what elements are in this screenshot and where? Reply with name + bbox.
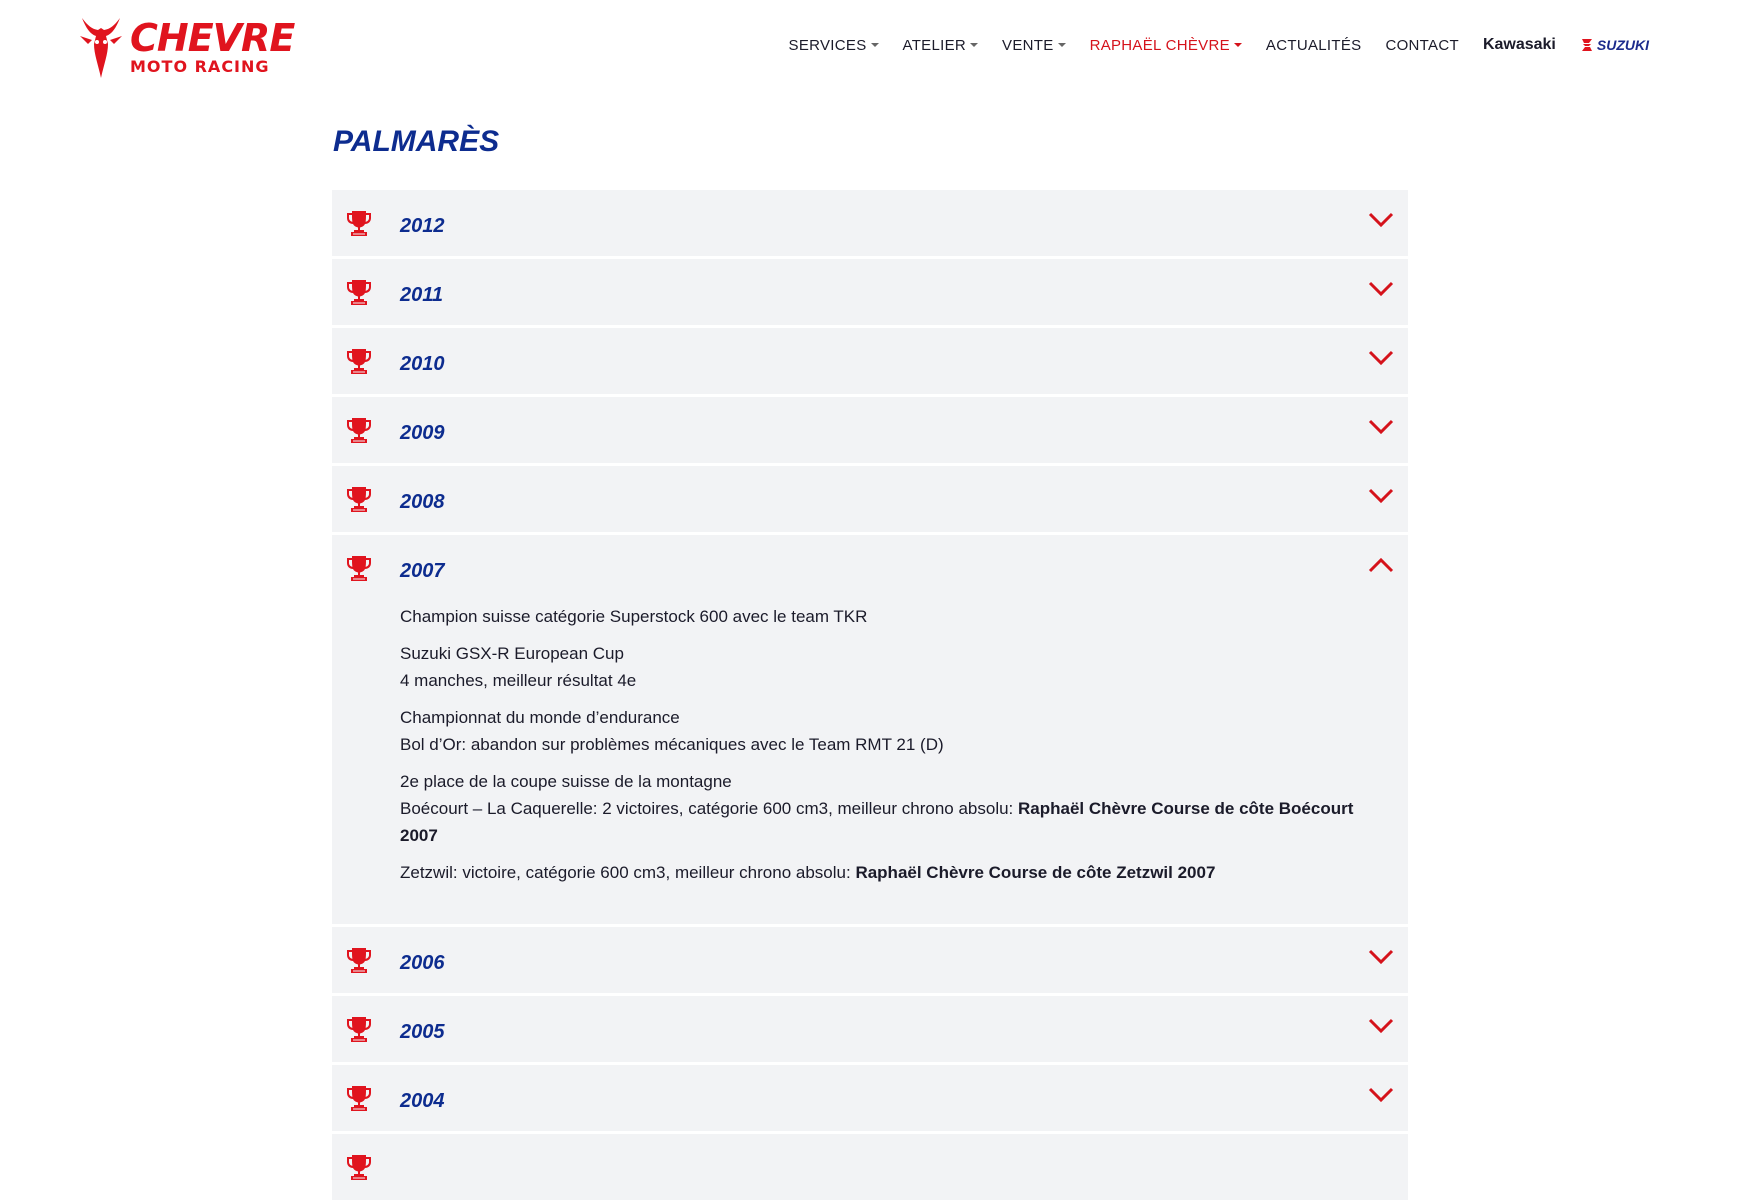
kawasaki-logo-link[interactable]: Kawasaki — [1483, 36, 1556, 54]
trophy-icon — [347, 556, 371, 581]
nav-label: VENTE — [1002, 36, 1054, 54]
result-paragraph: Zetzwil: victoire, catégorie 600 cm3, me… — [400, 859, 1390, 886]
accordion-year: 2007 — [400, 560, 445, 582]
chevron-up-icon[interactable] — [1368, 557, 1394, 573]
result-text: Bol d’Or: abandon sur problèmes mécaniqu… — [400, 735, 944, 754]
accordion-year: 2012 — [400, 215, 445, 237]
result-paragraph: Champion suisse catégorie Superstock 600… — [400, 603, 1390, 630]
accordion-item-2004: 2004 — [332, 1065, 1408, 1131]
accordion-year: 2010 — [400, 353, 445, 375]
nav-raphael-chevre[interactable]: RAPHAËL CHÈVRE — [1090, 37, 1242, 54]
suzuki-s-icon — [1581, 39, 1592, 51]
chevron-down-icon[interactable] — [1368, 212, 1394, 228]
chevron-down-icon[interactable] — [1368, 350, 1394, 366]
trophy-icon — [347, 1155, 371, 1180]
caret-down-icon — [1057, 43, 1066, 47]
nav-services[interactable]: SERVICES — [789, 37, 879, 54]
goat-head-icon — [80, 18, 122, 78]
media-link[interactable]: Raphaël Chèvre Course de côte Zetzwil 20… — [855, 863, 1215, 882]
result-text: Suzuki GSX-R European Cup — [400, 644, 624, 663]
result-paragraph: Suzuki GSX-R European Cup 4 manches, mei… — [400, 640, 1390, 694]
accordion-year: 2006 — [400, 952, 445, 974]
accordion-item-partial — [332, 1134, 1408, 1200]
chevron-down-icon[interactable] — [1368, 1087, 1394, 1103]
result-text: Champion suisse catégorie Superstock 600… — [400, 607, 868, 626]
trophy-icon — [347, 948, 371, 973]
main-navigation: SERVICES ATELIER VENTE RAPHAËL CHÈVRE AC… — [765, 36, 1649, 54]
accordion-item-2012: 2012 — [332, 190, 1408, 256]
result-text: Championnat du monde d’endurance — [400, 708, 680, 727]
nav-label: ATELIER — [902, 36, 967, 54]
nav-contact[interactable]: CONTACT — [1385, 37, 1458, 54]
caret-down-icon — [970, 43, 979, 47]
trophy-icon — [347, 418, 371, 443]
caret-down-icon — [1233, 43, 1242, 47]
nav-label: SERVICES — [788, 36, 867, 54]
logo-wordmark: CHEVRE — [130, 16, 295, 60]
accordion-header[interactable] — [332, 1134, 1408, 1200]
site-logo[interactable]: CHEVRE MOTO RACING — [78, 12, 295, 82]
trophy-icon — [347, 1017, 371, 1042]
result-paragraph: Championnat du monde d’endurance Bol d’O… — [400, 704, 1390, 758]
chevron-down-icon[interactable] — [1368, 949, 1394, 965]
suzuki-label: SUZUKI — [1596, 37, 1649, 53]
accordion-item-2009: 2009 — [332, 397, 1408, 463]
accordion-item-2005: 2005 — [332, 996, 1408, 1062]
accordion-header[interactable]: 2005 — [332, 996, 1408, 1062]
accordion-header[interactable]: 2010 — [332, 328, 1408, 394]
nav-label: ACTUALITÉS — [1265, 36, 1362, 54]
accordion-year: 2009 — [400, 422, 445, 444]
chevron-down-icon[interactable] — [1368, 488, 1394, 504]
accordion-panel-2007: Champion suisse catégorie Superstock 600… — [332, 601, 1408, 924]
accordion-header[interactable]: 2012 — [332, 190, 1408, 256]
accordion-year: 2004 — [400, 1090, 445, 1112]
accordion-item-2008: 2008 — [332, 466, 1408, 532]
trophy-icon — [347, 1086, 371, 1111]
accordion-year: 2011 — [400, 284, 444, 306]
accordion-item-2010: 2010 — [332, 328, 1408, 394]
accordion-header[interactable]: 2009 — [332, 397, 1408, 463]
chevron-down-icon[interactable] — [1368, 419, 1394, 435]
nav-vente[interactable]: VENTE — [1002, 37, 1066, 54]
page-title: PALMARÈS — [333, 125, 500, 158]
nav-actualites[interactable]: ACTUALITÉS — [1266, 37, 1362, 54]
result-paragraph: 2e place de la coupe suisse de la montag… — [400, 768, 1390, 849]
caret-down-icon — [870, 43, 879, 47]
result-text: 4 manches, meilleur résultat 4e — [400, 671, 637, 690]
accordion-year: 2008 — [400, 491, 445, 513]
trophy-icon — [347, 487, 371, 512]
accordion-item-2011: 2011 — [332, 259, 1408, 325]
palmares-accordion: 2012 2011 2010 2009 2008 2007 Champion s… — [332, 190, 1408, 1203]
chevron-down-icon[interactable] — [1368, 1018, 1394, 1034]
accordion-item-2006: 2006 — [332, 927, 1408, 993]
result-text: Zetzwil: victoire, catégorie 600 cm3, me… — [400, 863, 856, 882]
nav-label: CONTACT — [1385, 36, 1459, 54]
accordion-header[interactable]: 2011 — [332, 259, 1408, 325]
result-text: 2e place de la coupe suisse de la montag… — [400, 772, 732, 791]
nav-label: RAPHAËL CHÈVRE — [1089, 36, 1230, 54]
trophy-icon — [347, 349, 371, 374]
trophy-icon — [347, 211, 371, 236]
result-text: Boécourt – La Caquerelle: 2 victoires, c… — [400, 799, 1019, 818]
accordion-header[interactable]: 2004 — [332, 1065, 1408, 1131]
accordion-header[interactable]: 2008 — [332, 466, 1408, 532]
nav-atelier[interactable]: ATELIER — [903, 37, 979, 54]
accordion-item-2007: 2007 Champion suisse catégorie Superstoc… — [332, 535, 1408, 924]
logo-tagline: MOTO RACING — [130, 57, 270, 76]
chevron-down-icon[interactable] — [1368, 281, 1394, 297]
suzuki-logo-link[interactable]: SUZUKI — [1580, 37, 1649, 53]
trophy-icon — [347, 280, 371, 305]
accordion-header[interactable]: 2007 — [332, 535, 1408, 601]
accordion-header[interactable]: 2006 — [332, 927, 1408, 993]
accordion-year: 2005 — [400, 1021, 445, 1043]
